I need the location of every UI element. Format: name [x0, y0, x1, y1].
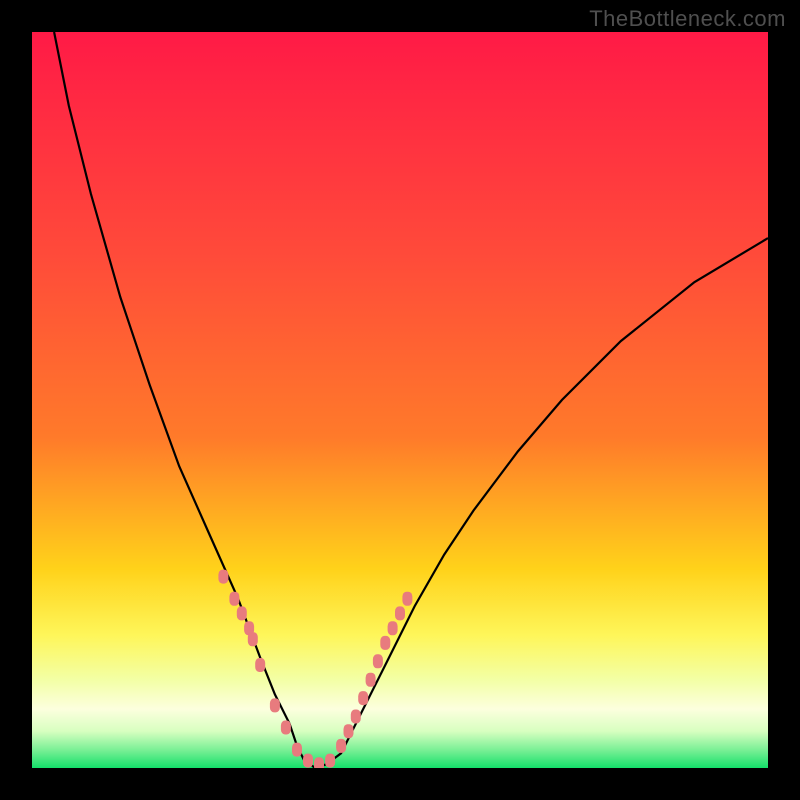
measured-point	[366, 673, 376, 687]
measured-point	[344, 724, 354, 738]
measured-point	[303, 754, 313, 768]
measured-point	[248, 632, 258, 646]
plot-area	[32, 32, 768, 768]
measured-point	[314, 757, 324, 768]
chart-frame: TheBottleneck.com	[0, 0, 800, 800]
gradient-background	[32, 32, 768, 768]
measured-point	[270, 698, 280, 712]
measured-point	[325, 754, 335, 768]
measured-point	[218, 570, 228, 584]
measured-point	[373, 654, 383, 668]
measured-point	[255, 658, 265, 672]
watermark-text: TheBottleneck.com	[589, 6, 786, 32]
measured-point	[358, 691, 368, 705]
measured-point	[395, 606, 405, 620]
measured-point	[292, 743, 302, 757]
chart-svg	[32, 32, 768, 768]
measured-point	[351, 710, 361, 724]
measured-point	[229, 592, 239, 606]
measured-point	[336, 739, 346, 753]
measured-point	[402, 592, 412, 606]
measured-point	[281, 721, 291, 735]
measured-point	[388, 621, 398, 635]
measured-point	[237, 606, 247, 620]
measured-point	[380, 636, 390, 650]
